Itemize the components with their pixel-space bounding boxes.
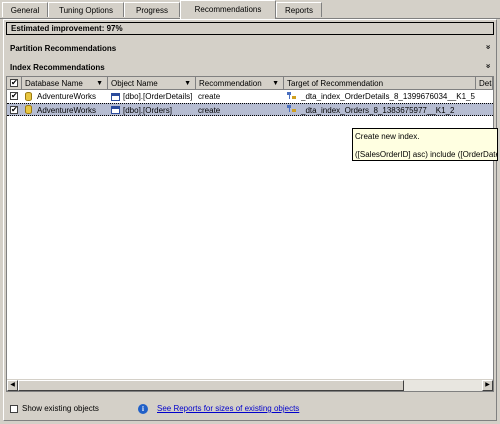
scroll-left-icon[interactable]: ◀ [7, 380, 18, 391]
tooltip-line-2: ([SalesOrderID] asc) include ([OrderDate… [355, 150, 498, 159]
table-row-selected[interactable]: ✔ AdventureWorks [dbo].[Orders] create _… [7, 103, 493, 116]
database-icon [25, 105, 32, 114]
horizontal-scrollbar[interactable]: ◀ ▶ [7, 379, 493, 391]
scrollbar-thumb[interactable] [18, 380, 404, 391]
cell-target: _dta_index_OrderDetails_8_1399676034__K1… [301, 92, 475, 101]
index-icon [287, 92, 298, 101]
tab-progress[interactable]: Progress [124, 2, 180, 17]
column-header-object[interactable]: Object Name ▼ [108, 77, 196, 90]
column-header-label: Recommendation [199, 79, 262, 88]
column-header-label: Object Name [111, 79, 158, 88]
see-reports-link[interactable]: See Reports for sizes of existing object… [157, 403, 299, 415]
info-icon: i [138, 404, 148, 414]
column-header-label: Target of Recommendation [287, 79, 384, 88]
cell-database: AdventureWorks [37, 106, 96, 115]
index-icon [287, 105, 298, 114]
dropdown-arrow-icon[interactable]: ▼ [184, 77, 191, 89]
tooltip-line-1: Create new index. [355, 132, 420, 141]
partition-expand-icon[interactable]: » [484, 42, 493, 51]
column-header-recommendation[interactable]: Recommendation ▼ [196, 77, 284, 90]
cell-object: [dbo].[OrderDetails] [123, 92, 193, 101]
tab-general[interactable]: General [2, 2, 48, 17]
cell-target: _dta_index_Orders_8_1383675977__K1_2 [301, 106, 455, 115]
column-header-target[interactable]: Target of Recommendation [284, 77, 476, 90]
column-header-details[interactable]: Detai [476, 77, 493, 90]
dropdown-arrow-icon[interactable]: ▼ [96, 77, 103, 89]
header-select-all[interactable]: ✔ [7, 77, 22, 90]
column-header-database[interactable]: Database Name ▼ [22, 77, 108, 90]
tab-tuning-options[interactable]: Tuning Options [48, 2, 124, 17]
select-all-checkbox[interactable]: ✔ [10, 79, 18, 87]
row-checkbox[interactable]: ✔ [10, 92, 18, 100]
index-recommendations-title: Index Recommendations [10, 63, 105, 72]
partition-recommendations-title: Partition Recommendations [10, 44, 117, 53]
table-icon [111, 93, 120, 101]
cell-recommendation: create [198, 92, 221, 101]
table-icon [111, 106, 120, 114]
tab-strip: General Tuning Options Progress Recommen… [0, 0, 500, 19]
cell-object: [dbo].[Orders] [123, 106, 172, 115]
column-header-label: Detai [479, 79, 492, 88]
cell-database: AdventureWorks [37, 92, 96, 101]
recommendation-tooltip: Create new index. ([SalesOrderID] asc) i… [352, 128, 498, 161]
show-existing-objects-checkbox[interactable] [10, 405, 18, 413]
index-collapse-icon[interactable]: » [484, 61, 493, 70]
scroll-right-icon[interactable]: ▶ [482, 380, 493, 391]
cell-recommendation: create [198, 106, 221, 115]
table-row[interactable]: ✔ AdventureWorks [dbo].[OrderDetails] cr… [7, 90, 493, 103]
dropdown-arrow-icon[interactable]: ▼ [272, 77, 279, 89]
database-icon [25, 92, 32, 101]
row-checkbox[interactable]: ✔ [10, 106, 18, 114]
column-header-label: Database Name [25, 79, 83, 88]
show-existing-objects-label: Show existing objects [22, 404, 99, 413]
tab-recommendations[interactable]: Recommendations [180, 0, 276, 19]
estimated-improvement: Estimated improvement: 97% [6, 22, 494, 35]
index-recommendations-grid: ✔ Database Name ▼ Object Name ▼ Recommen… [6, 76, 494, 392]
tab-reports[interactable]: Reports [276, 2, 322, 17]
